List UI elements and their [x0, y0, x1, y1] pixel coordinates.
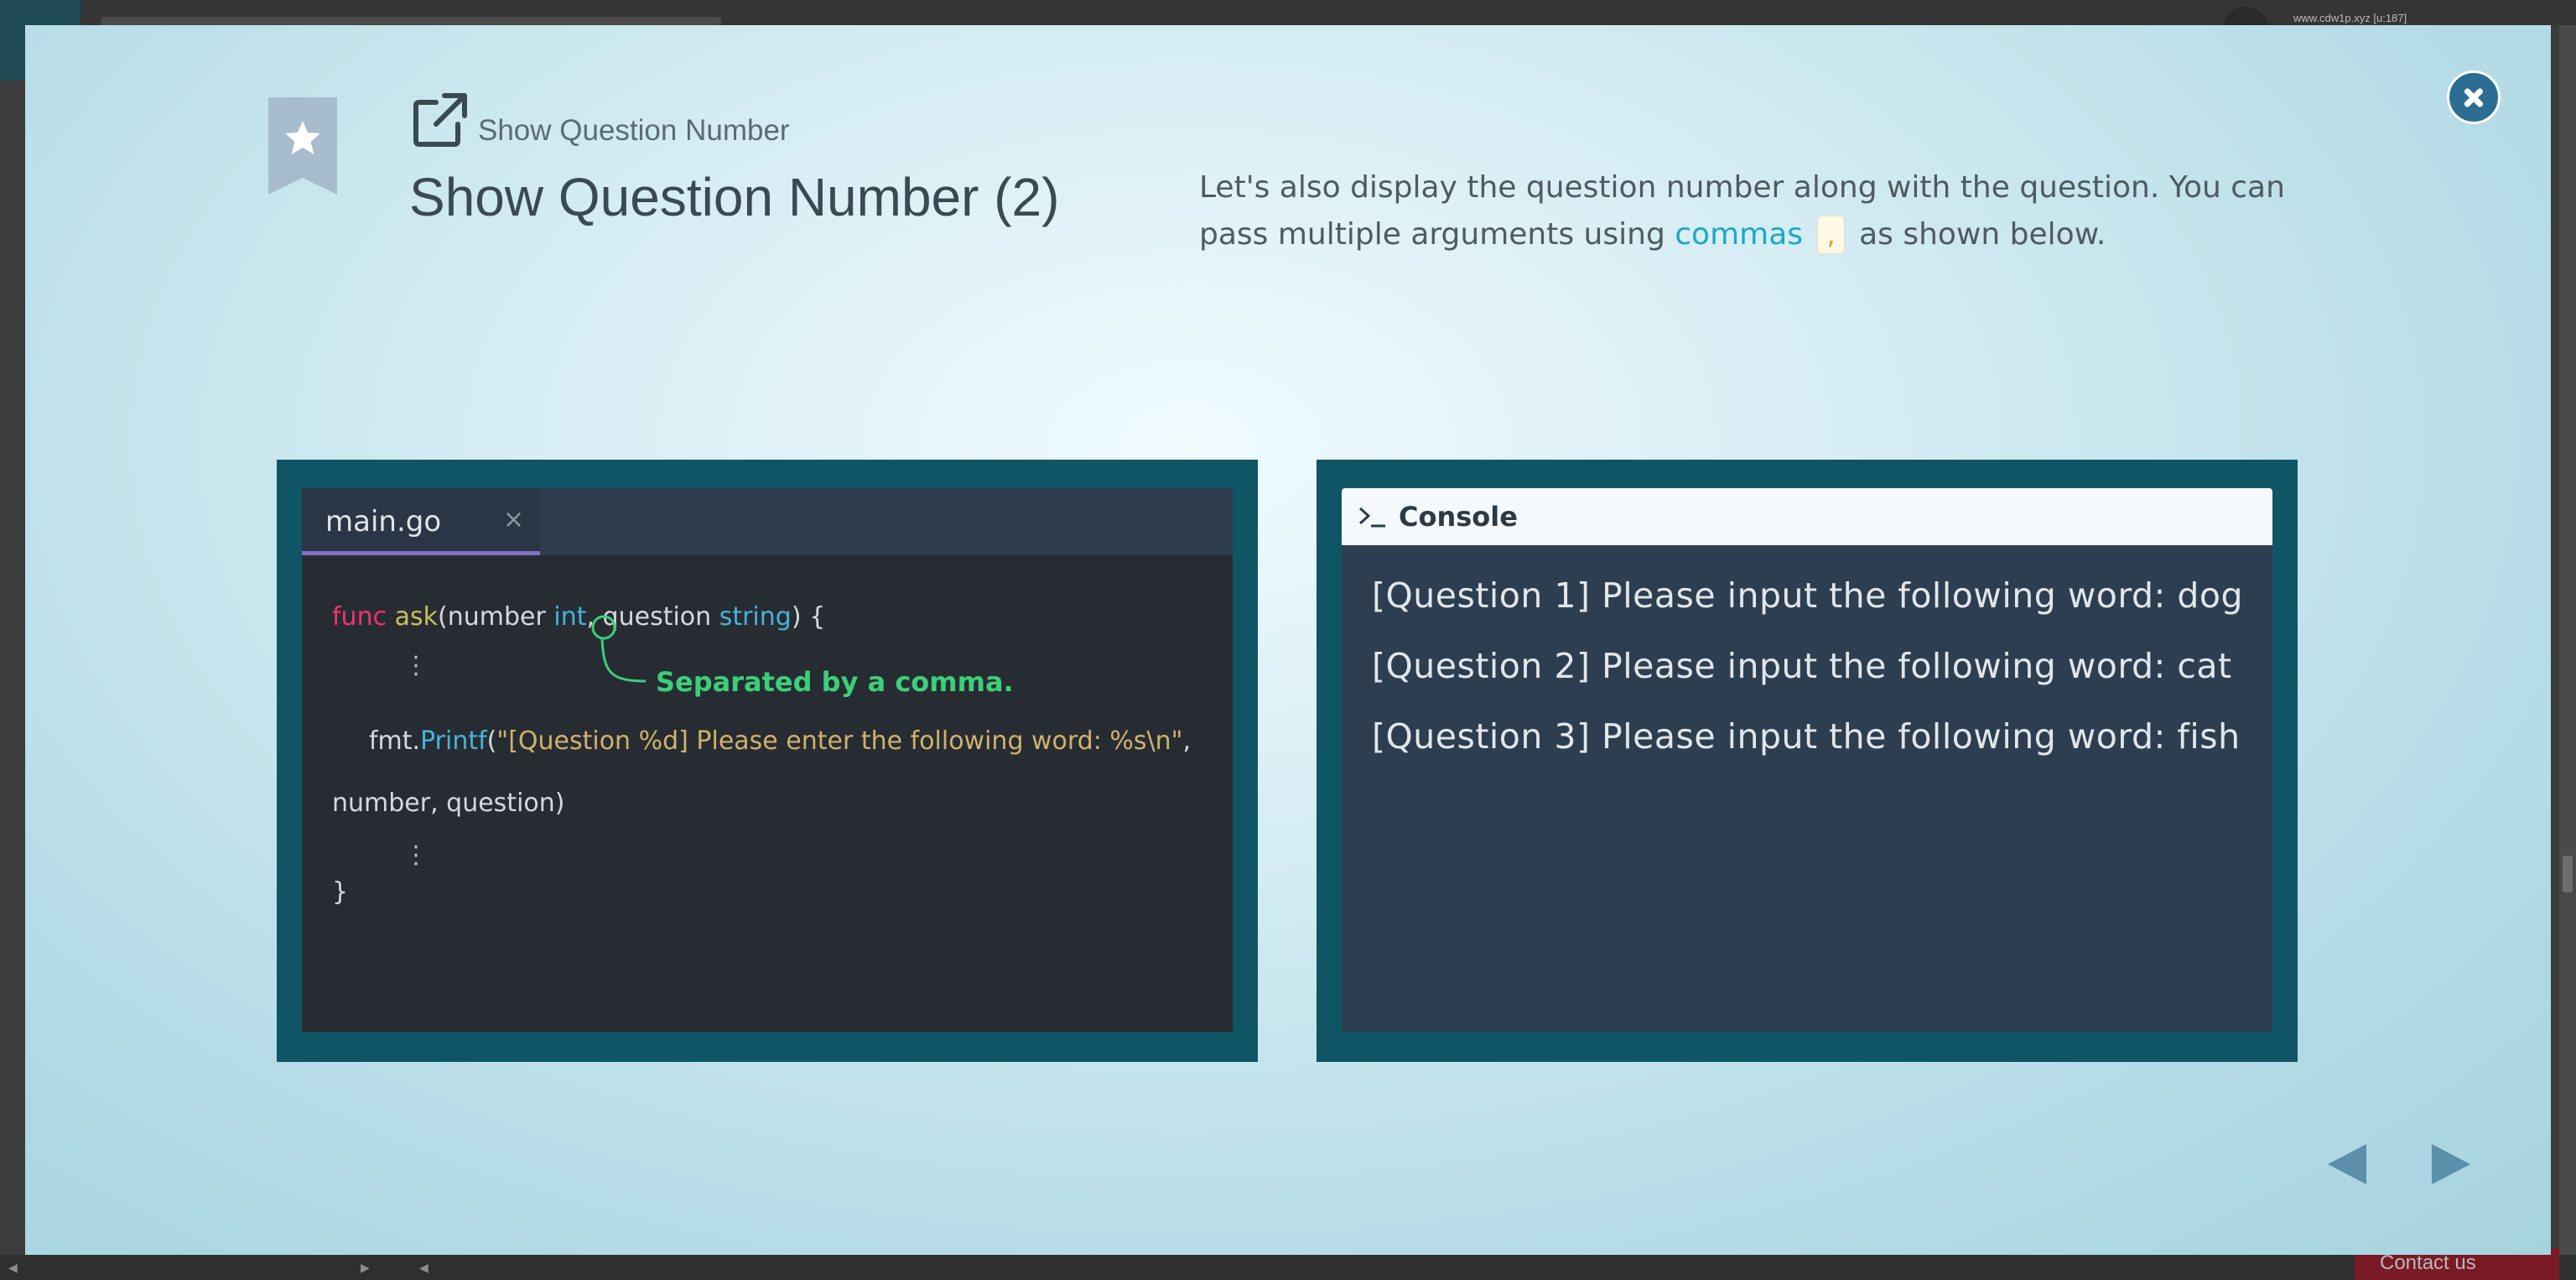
triangle-right-icon[interactable]	[2432, 1144, 2470, 1184]
background-scrollbar	[2559, 25, 2576, 1255]
console-window: Console [Question 1] Please input the fo…	[1342, 488, 2272, 1032]
console-output-line: [Question 2] Please input the following …	[1372, 646, 2232, 686]
background-scroll-thumb	[2563, 856, 2573, 892]
console-header: Console	[1342, 488, 2272, 545]
terminal-prompt-icon	[1358, 507, 1385, 528]
vertical-ellipsis-icon: · · ·	[412, 833, 420, 879]
code-line-args: number, question)	[332, 788, 565, 818]
commas-link[interactable]: commas	[1675, 217, 1803, 252]
background-scroll-left-icon: ◀	[8, 1262, 18, 1275]
code-fmt: fmt.	[369, 726, 421, 756]
close-icon[interactable]	[2447, 70, 2501, 124]
lesson-subtitle: Show Question Number	[478, 114, 790, 147]
background-bottom-bar: ◀ ▶ ◀	[0, 1255, 2576, 1280]
console-output-line: [Question 1] Please input the following …	[1372, 575, 2244, 616]
code-string-literal: "[Question %d] Please enter the followin…	[496, 726, 1183, 756]
background-user-email: www.cdw1p.xyz [u:187]	[2293, 12, 2407, 24]
page-title: Show Question Number (2)	[409, 167, 1060, 227]
lesson-modal: Show Question Number Show Question Numbe…	[25, 25, 2551, 1255]
comma-annotation: Separated by a comma.	[656, 666, 1014, 698]
tab-label: main.go	[325, 505, 442, 539]
description-text-after: as shown below.	[1849, 217, 2106, 252]
background-scroll-left-icon-2: ◀	[419, 1262, 428, 1275]
code-line-closing-brace: }	[332, 877, 349, 907]
code-area: func ask(number int, question string) { …	[302, 555, 1233, 1032]
console-output-line: [Question 3] Please input the following …	[1372, 716, 2241, 757]
tab-close-icon[interactable]: ×	[503, 505, 524, 534]
console-title: Console	[1399, 501, 1518, 533]
code-paren: (	[486, 726, 497, 756]
tab-main-go[interactable]: main.go ×	[302, 488, 540, 555]
code-example-panel: main.go × func ask(number int, question …	[277, 460, 1258, 1062]
code-line-printf: fmt.Printf("[Question %d] Please enter t…	[369, 726, 1191, 756]
background-scroll-right-icon: ▶	[361, 1262, 370, 1275]
editor-tab-bar: main.go ×	[302, 488, 1233, 555]
external-link-icon	[413, 93, 467, 147]
code-comma: ,	[1182, 726, 1192, 756]
triangle-left-icon[interactable]	[2328, 1144, 2366, 1184]
comma-code-chip: ,	[1817, 216, 1845, 254]
code-editor: main.go × func ask(number int, question …	[302, 488, 1233, 1032]
bookmark-star-icon[interactable]	[268, 97, 337, 195]
code-printf: Printf	[420, 726, 487, 756]
console-example-panel: Console [Question 1] Please input the fo…	[1317, 460, 2298, 1062]
background-contact-label: Contact us	[2380, 1251, 2476, 1274]
lesson-description: Let's also display the question number a…	[1199, 164, 2314, 258]
